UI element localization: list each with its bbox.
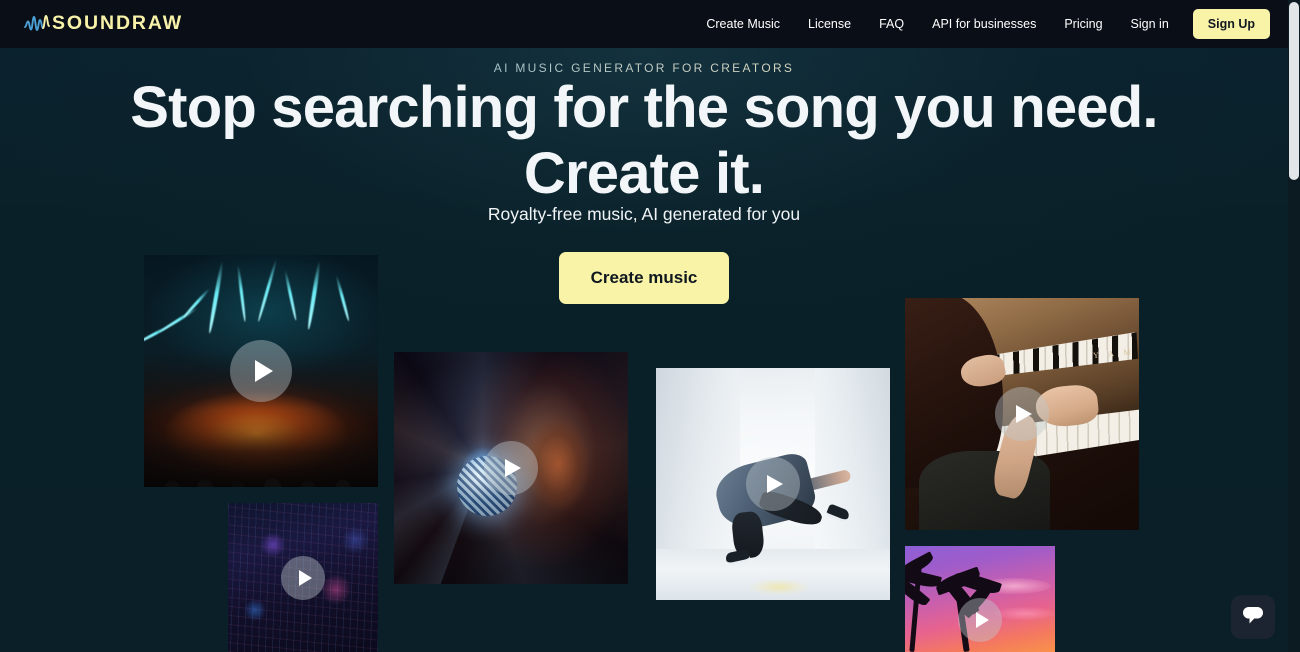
headline-line-2: Create it. <box>523 141 765 206</box>
page-title: Stop searching for the song you need. Cr… <box>0 79 1288 203</box>
play-icon[interactable] <box>958 598 1002 642</box>
play-icon[interactable] <box>995 387 1049 441</box>
crowd-silhouette <box>144 409 378 487</box>
hero-subtitle: Royalty-free music, AI generated for you <box>487 204 801 224</box>
play-icon[interactable] <box>230 340 292 402</box>
nav-faq[interactable]: FAQ <box>865 0 918 48</box>
play-icon[interactable] <box>484 441 538 495</box>
soundwave-icon <box>24 13 51 35</box>
play-icon[interactable] <box>746 457 800 511</box>
video-card-concert[interactable] <box>144 255 378 487</box>
nav-create-music[interactable]: Create Music <box>692 0 794 48</box>
page-scrollbar-track[interactable] <box>1288 0 1300 652</box>
nav-pricing[interactable]: Pricing <box>1050 0 1116 48</box>
sign-up-button[interactable]: Sign Up <box>1192 9 1270 39</box>
chat-widget-button[interactable] <box>1231 595 1275 639</box>
page-root: SOUNDRAW Create Music License FAQ API fo… <box>0 0 1288 652</box>
chat-bubble-icon <box>1241 604 1265 631</box>
logo[interactable]: SOUNDRAW <box>24 0 183 48</box>
logo-text: SOUNDRAW <box>52 12 184 35</box>
nav-api-for-businesses[interactable]: API for businesses <box>918 0 1050 48</box>
main-nav: Create Music License FAQ API for busines… <box>692 0 1270 48</box>
nav-sign-in[interactable]: Sign in <box>1117 0 1183 48</box>
hero-eyebrow: AI MUSIC GENERATOR FOR CREATORS <box>0 61 1288 75</box>
video-card-disco[interactable] <box>394 352 628 584</box>
site-header: SOUNDRAW Create Music License FAQ API fo… <box>0 0 1288 48</box>
headline-line-1: Stop searching for the song you need. <box>130 75 1158 140</box>
page-scrollbar-thumb[interactable] <box>1289 2 1299 180</box>
play-icon[interactable] <box>281 556 325 600</box>
video-card-piano[interactable]: Y A M <box>905 298 1139 530</box>
nav-license[interactable]: License <box>794 0 865 48</box>
video-card-dancer[interactable] <box>656 368 890 600</box>
create-music-button[interactable]: Create music <box>558 252 730 304</box>
video-card-city[interactable] <box>228 503 378 652</box>
video-card-palm[interactable] <box>905 546 1055 652</box>
